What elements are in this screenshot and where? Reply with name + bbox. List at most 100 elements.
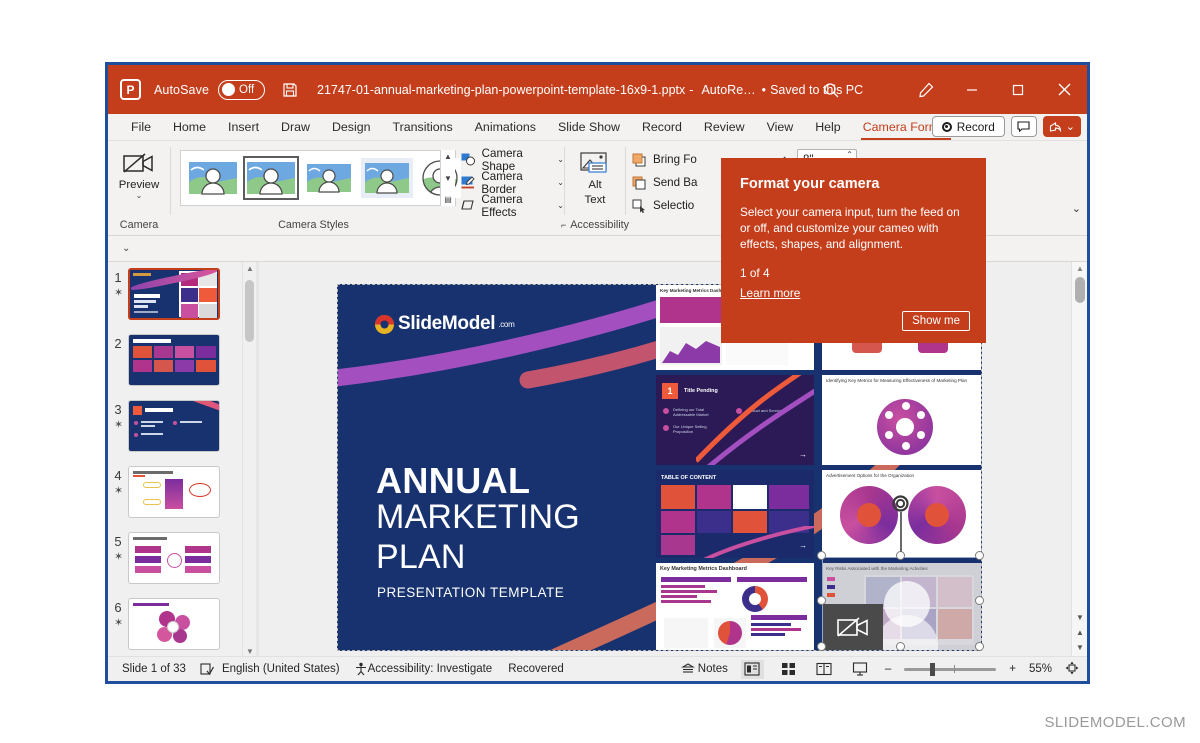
tab-help[interactable]: Help xyxy=(804,114,851,140)
zoom-level[interactable]: 55% xyxy=(1029,663,1052,675)
gallery-scrollbar[interactable]: ▲ ▼ ▤ xyxy=(440,150,455,206)
gallery-more-icon[interactable]: ▤ xyxy=(444,195,452,204)
camera-border-button[interactable]: Camera Border ⌄ xyxy=(461,170,564,196)
learn-more-link[interactable]: Learn more xyxy=(740,286,800,300)
tab-record[interactable]: Record xyxy=(631,114,693,140)
tab-transitions[interactable]: Transitions xyxy=(382,114,464,140)
tab-design[interactable]: Design xyxy=(321,114,382,140)
autosave-toggle-knob xyxy=(222,83,236,96)
alt-text-button[interactable]: Alt Text xyxy=(578,145,612,207)
tab-file[interactable]: File xyxy=(120,114,162,140)
style-thumb-bordered[interactable] xyxy=(243,156,299,200)
minimize-button[interactable] xyxy=(949,65,995,114)
thumbnail-3[interactable]: 3 ✶ xyxy=(108,394,256,460)
notes-button[interactable]: Notes xyxy=(680,663,728,675)
scroll-up-icon[interactable]: ▲ xyxy=(246,264,254,273)
spellcheck-icon[interactable] xyxy=(200,662,214,676)
tab-view[interactable]: View xyxy=(756,114,805,140)
share-button[interactable]: ⌄ xyxy=(1042,116,1081,137)
record-button[interactable]: Record xyxy=(931,116,1005,137)
chevron-down-icon[interactable]: ⌄ xyxy=(557,155,564,164)
fit-to-window-icon[interactable] xyxy=(1065,661,1079,678)
comments-button[interactable] xyxy=(1010,116,1037,137)
thumbnail-animation-star-icon: ✶ xyxy=(114,551,124,563)
maximize-button[interactable] xyxy=(995,65,1041,114)
thumbnail-preview xyxy=(128,268,220,320)
document-title[interactable]: 21747-01-annual-marketing-plan-powerpoin… xyxy=(317,83,685,97)
tab-animations[interactable]: Animations xyxy=(464,114,547,140)
thumbnail-5[interactable]: 5 ✶ xyxy=(108,526,256,592)
canvas-scrollbar[interactable]: ▲ ▼ ▲ ▼ xyxy=(1071,262,1087,658)
callout-body: Select your camera input, turn the feed … xyxy=(740,205,960,251)
thumbnail-1[interactable]: 1 ✶ xyxy=(108,262,256,328)
slide-thumbnail-pane[interactable]: 1 ✶ 2 3 ✶ 4 ✶ 5 ✶ 6 ✶ ▲ ▼ xyxy=(108,262,256,658)
chevron-down-icon[interactable]: ⌄ xyxy=(136,192,143,200)
autosave-label: AutoSave xyxy=(154,82,210,97)
show-me-button[interactable]: Show me xyxy=(902,311,970,331)
close-button[interactable] xyxy=(1041,65,1087,114)
scrollbar-thumb[interactable] xyxy=(245,280,254,342)
accessibility-label[interactable]: Accessibility: Investigate xyxy=(368,663,493,675)
camera-shape-button[interactable]: Camera Shape ⌄ xyxy=(461,147,564,173)
slide-subtitle[interactable]: PRESENTATION TEMPLATE xyxy=(377,585,564,600)
camera-styles-gallery[interactable]: ▲ ▼ ▤ xyxy=(180,150,461,206)
status-bar: Slide 1 of 33 English (United States) Ac… xyxy=(108,656,1087,681)
chevron-down-icon[interactable]: ⌄ xyxy=(557,178,564,187)
slide-title-line3[interactable]: PLAN xyxy=(376,538,466,577)
chevron-down-icon[interactable]: ⌄ xyxy=(557,201,564,210)
teaching-callout[interactable]: Format your camera Select your camera in… xyxy=(721,158,986,343)
slide-title-line1[interactable]: ANNUAL xyxy=(376,460,530,502)
thumbnail-4[interactable]: 4 ✶ xyxy=(108,460,256,526)
tab-home[interactable]: Home xyxy=(162,114,217,140)
reading-view-button[interactable] xyxy=(813,660,836,679)
save-status: Saved to this PC xyxy=(770,82,864,97)
slide-sorter-view-button[interactable] xyxy=(777,660,800,679)
ribbon-collapse-icon[interactable]: ⌄ xyxy=(1072,202,1081,215)
autosave-toggle[interactable]: Off xyxy=(218,79,266,100)
previous-slide-icon[interactable]: ▼ xyxy=(1076,613,1084,622)
zoom-slider-handle[interactable] xyxy=(930,662,936,676)
scroll-up-icon[interactable]: ▲ xyxy=(1076,264,1084,273)
preview-button[interactable]: Preview ⌄ xyxy=(119,145,159,200)
search-icon[interactable] xyxy=(818,77,844,103)
tab-draw[interactable]: Draw xyxy=(270,114,321,140)
slide-title-line2[interactable]: MARKETING xyxy=(376,498,580,537)
ribbon-group-camera: Preview ⌄ Camera xyxy=(108,141,170,235)
zoom-slider[interactable] xyxy=(904,662,997,676)
recovered-label[interactable]: Recovered xyxy=(508,663,564,675)
thumbnail-2[interactable]: 2 xyxy=(108,328,256,394)
accessibility-dialog-launcher[interactable]: ⌐ xyxy=(561,220,566,230)
scroll-down-icon[interactable]: ▼ xyxy=(1076,643,1084,652)
qat-overflow-chevron-icon[interactable]: ⌄ xyxy=(122,243,130,254)
normal-view-button[interactable] xyxy=(740,659,764,679)
zoom-in-button[interactable]: + xyxy=(1009,663,1016,675)
style-thumb-soft-edge[interactable] xyxy=(361,158,413,198)
ribbon-tabs: File Home Insert Draw Design Transitions… xyxy=(108,114,1087,141)
alt-text-label-line2: Text xyxy=(584,194,606,206)
gallery-scroll-down-icon[interactable]: ▼ xyxy=(444,174,452,183)
pen-icon[interactable] xyxy=(903,65,949,114)
tab-insert[interactable]: Insert xyxy=(217,114,270,140)
scroll-down-icon[interactable]: ▼ xyxy=(246,647,254,656)
camera-effects-button[interactable]: Camera Effects ⌄ xyxy=(461,192,564,219)
gallery-scroll-up-icon[interactable]: ▲ xyxy=(444,152,452,161)
slide-counter[interactable]: Slide 1 of 33 xyxy=(122,663,186,675)
thumbnail-scrollbar[interactable]: ▲ ▼ xyxy=(242,262,255,658)
zoom-out-button[interactable]: – xyxy=(885,663,891,675)
camera-effects-label: Camera Effects xyxy=(481,192,523,219)
style-thumb-plain[interactable] xyxy=(187,158,239,198)
tab-slide-show[interactable]: Slide Show xyxy=(547,114,631,140)
slide-show-view-button[interactable] xyxy=(849,660,872,679)
style-thumb-shadow[interactable] xyxy=(303,158,355,198)
cameo-placeholder[interactable] xyxy=(822,557,981,650)
zoom-slider-midpoint xyxy=(954,664,956,673)
ribbon-actions: Record ⌄ xyxy=(931,116,1081,137)
tab-review[interactable]: Review xyxy=(693,114,756,140)
powerpoint-icon: P xyxy=(120,79,141,100)
save-icon[interactable] xyxy=(282,82,298,98)
scrollbar-thumb[interactable] xyxy=(1075,277,1085,303)
accessibility-icon[interactable] xyxy=(354,662,368,676)
language-label[interactable]: English (United States) xyxy=(222,663,340,675)
next-slide-icon[interactable]: ▲ xyxy=(1076,628,1084,637)
thumbnail-6[interactable]: 6 ✶ xyxy=(108,592,256,658)
